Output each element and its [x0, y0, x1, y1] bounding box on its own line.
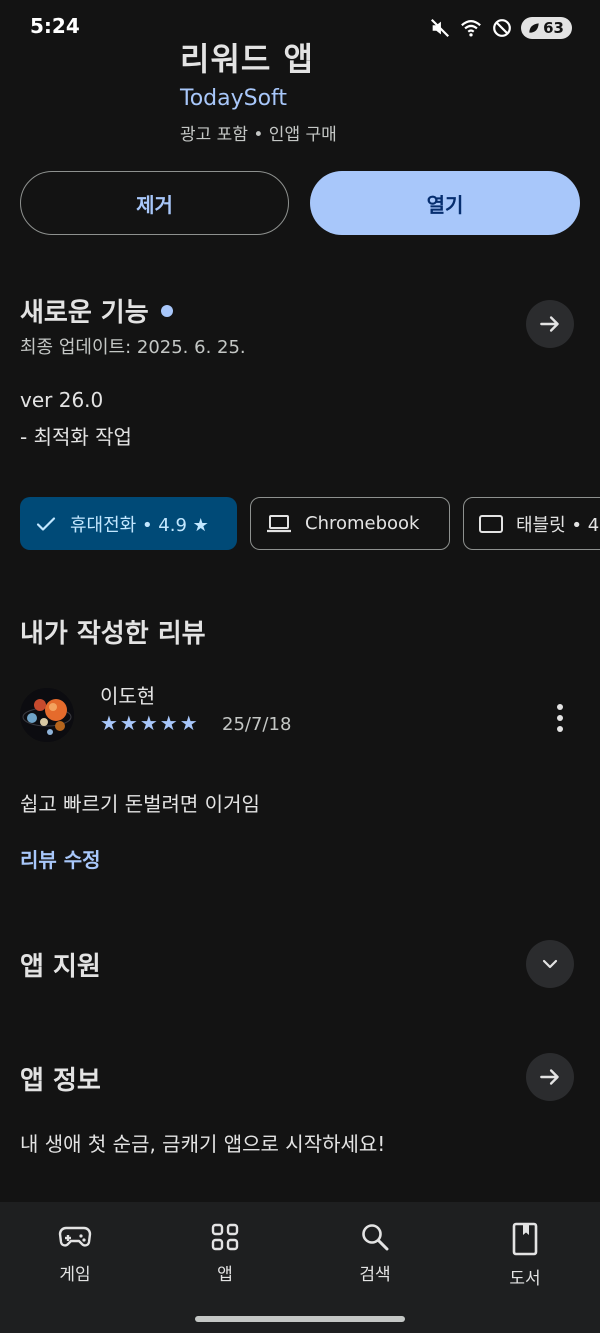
nav-games-label: 게임 — [59, 1265, 91, 1285]
open-button[interactable]: 열기 — [310, 171, 580, 235]
search-icon — [362, 1224, 389, 1251]
more-vert-icon — [557, 704, 563, 710]
mute-icon — [431, 18, 450, 38]
my-review-title: 내가 작성한 리뷰 — [20, 619, 206, 649]
chip-tablet-label: 태블릿 • 4 — [516, 514, 600, 536]
chip-chromebook-label: Chromebook — [305, 513, 420, 534]
app-support-expand-button[interactable] — [526, 940, 574, 988]
battery-level: 63 — [543, 19, 564, 37]
review-text: 쉽고 빠르기 돈벌려면 이거임 — [20, 792, 260, 816]
reviewer-name: 이도현 — [100, 684, 156, 708]
nav-search-label: 검색 — [359, 1265, 391, 1285]
last-updated: 최종 업데이트: 2025. 6. 25. — [20, 337, 246, 358]
remove-button[interactable]: 제거 — [20, 171, 289, 235]
nav-games[interactable]: 게임 — [25, 1222, 125, 1285]
app-support-title: 앱 지원 — [20, 952, 101, 982]
app-info-description: 내 생애 첫 순금, 금캐기 앱으로 시작하세요! — [20, 1132, 386, 1156]
nav-search[interactable]: 검색 — [325, 1222, 425, 1285]
app-info-arrow-button[interactable] — [526, 1053, 574, 1101]
arrow-right-icon — [540, 1069, 559, 1085]
app-info-title: 앱 정보 — [20, 1066, 101, 1096]
tablet-icon — [479, 514, 503, 533]
bottom-navigation: 게임 앱 검색 도서 — [0, 1202, 600, 1333]
edit-review-link[interactable]: 리뷰 수정 — [20, 844, 101, 873]
new-indicator-dot — [160, 304, 173, 317]
more-options-button[interactable] — [548, 700, 572, 736]
release-notes: - 최적화 작업 — [20, 425, 132, 449]
book-icon — [512, 1222, 538, 1256]
arrow-right-icon — [540, 316, 559, 332]
chip-tablet[interactable]: 태블릿 • 4 — [463, 497, 600, 550]
wifi-icon — [461, 20, 482, 37]
app-meta: 광고 포함 • 인앱 구매 — [180, 125, 337, 145]
status-time: 5:24 — [30, 14, 80, 38]
nav-books[interactable]: 도서 — [475, 1222, 575, 1289]
developer-link[interactable]: TodaySoft — [180, 86, 287, 111]
check-icon — [36, 516, 56, 531]
version-text: ver 26.0 — [20, 388, 104, 412]
whats-new-title: 새로운 기능 — [20, 298, 149, 328]
apps-grid-icon — [211, 1223, 239, 1251]
chevron-down-icon — [542, 959, 558, 969]
avatar — [20, 688, 74, 742]
nav-books-label: 도서 — [509, 1269, 541, 1289]
nav-apps-label: 앱 — [217, 1265, 233, 1285]
home-indicator[interactable] — [195, 1316, 405, 1322]
battery-saver-leaf-icon — [529, 23, 539, 33]
status-icons: 63 — [429, 14, 572, 42]
whats-new-header: 새로운 기능 — [20, 292, 173, 329]
chip-phone[interactable]: 휴대전화 • 4.9 ★ — [20, 497, 237, 550]
rating-stars: ★★★★★ — [100, 711, 200, 735]
chip-chromebook[interactable]: Chromebook — [250, 497, 450, 550]
laptop-icon — [267, 514, 291, 532]
review-date: 25/7/18 — [222, 714, 292, 735]
app-title: 리워드 앱 — [180, 40, 314, 78]
whats-new-arrow-button[interactable] — [526, 300, 574, 348]
gamepad-icon — [58, 1226, 92, 1247]
nav-apps[interactable]: 앱 — [175, 1222, 275, 1285]
battery-indicator: 63 — [521, 17, 572, 39]
do-not-disturb-icon — [493, 19, 512, 37]
chip-phone-label: 휴대전화 • 4.9 ★ — [70, 514, 209, 536]
